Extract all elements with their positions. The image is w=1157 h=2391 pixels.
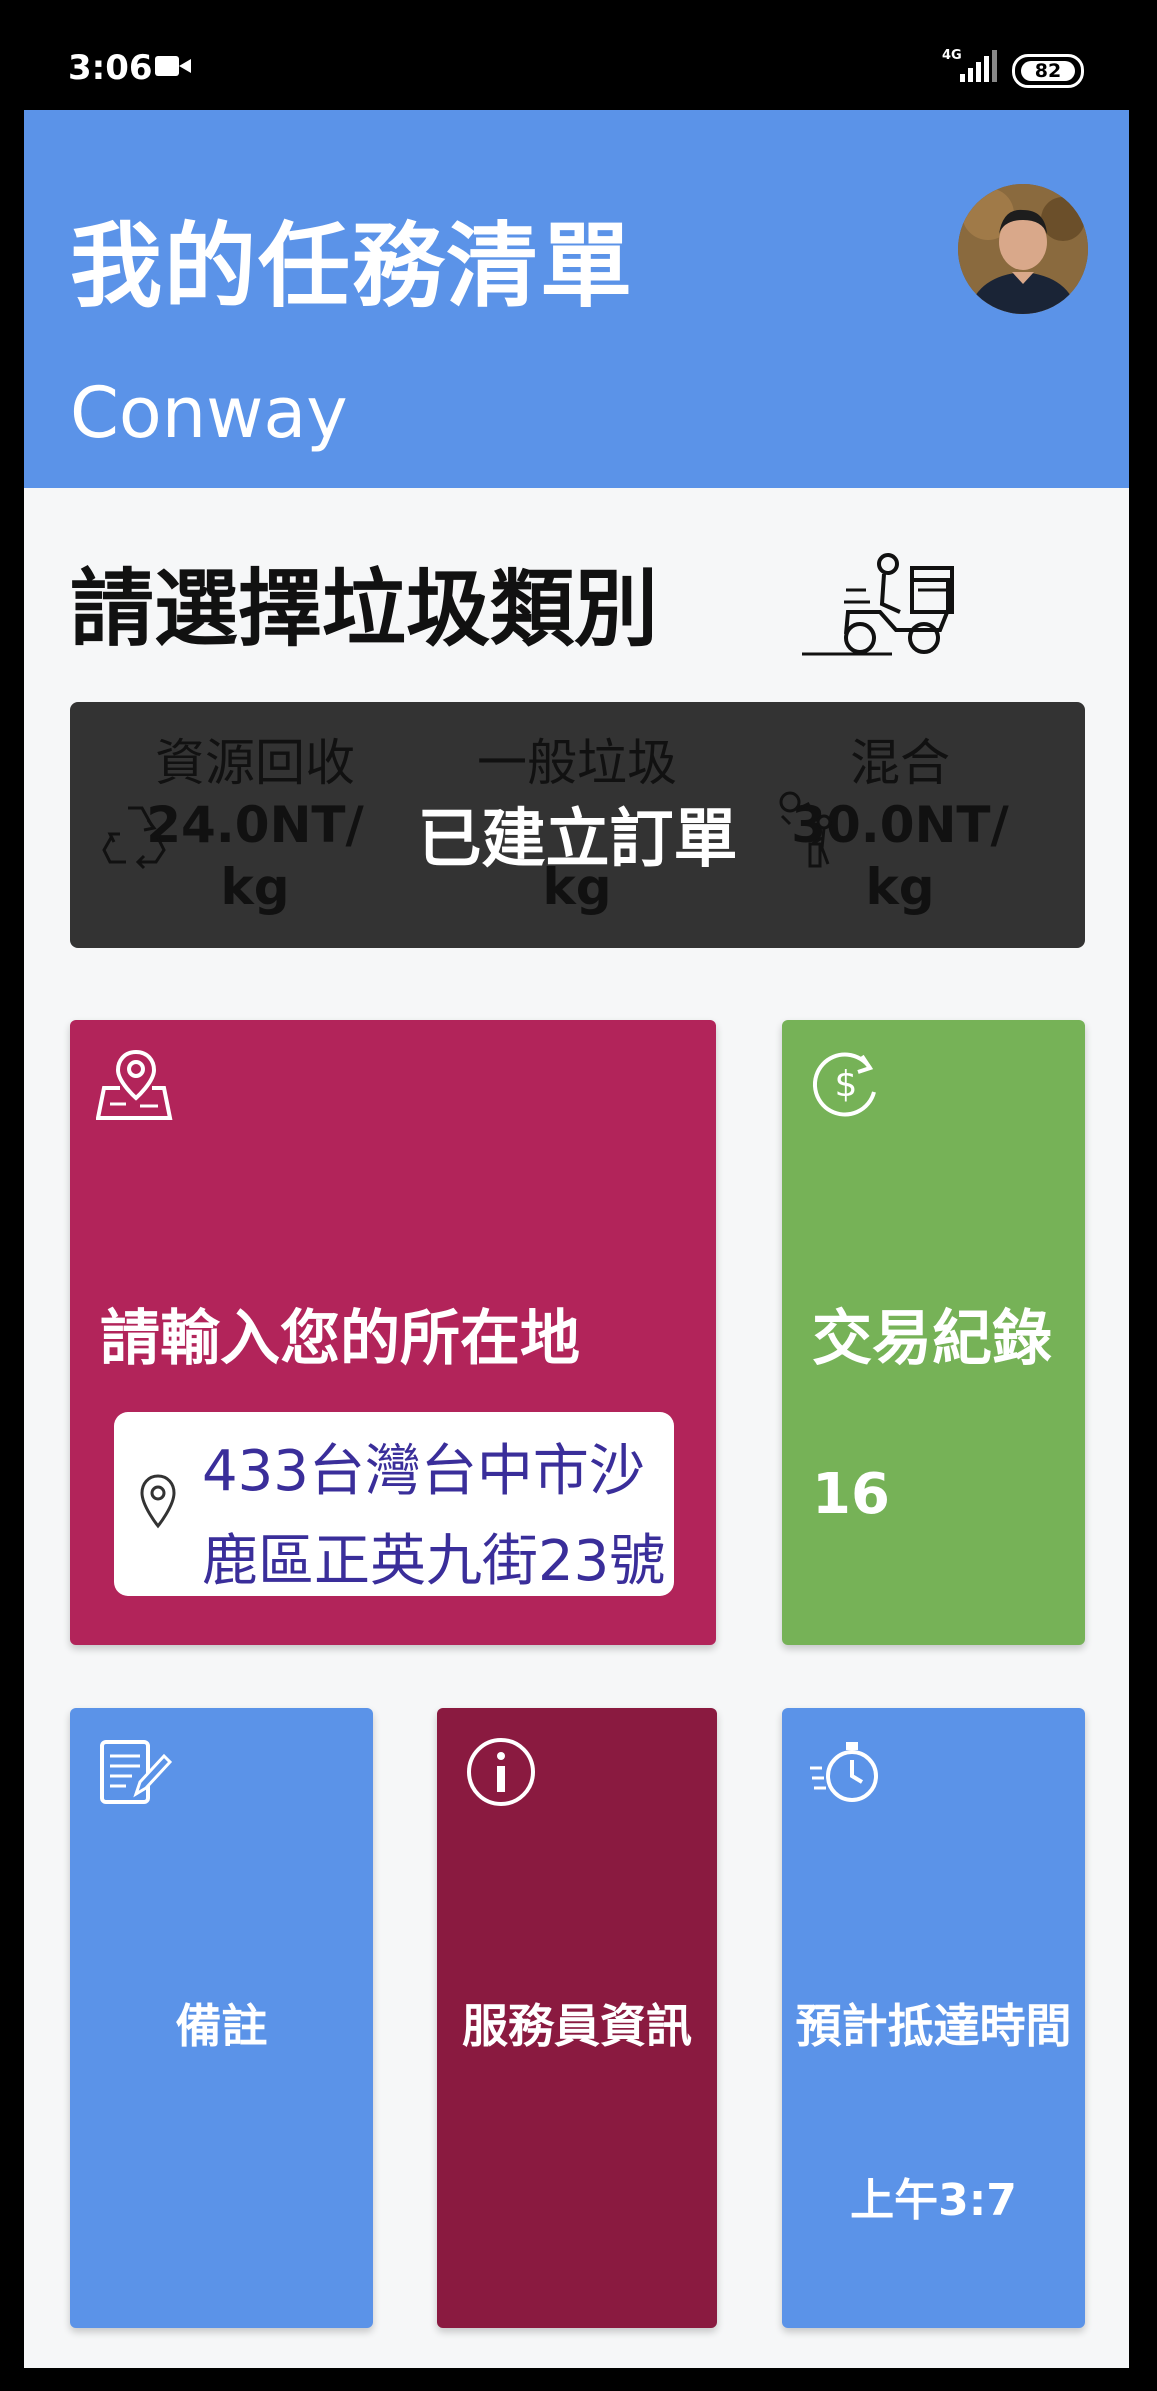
category-prompt: 請選擇垃圾類別 xyxy=(70,560,659,658)
svg-text:$: $ xyxy=(835,1064,858,1105)
address-line-1: 433台灣台中市沙 xyxy=(202,1439,645,1504)
app-header: 我的任務清單 Conway xyxy=(24,110,1129,488)
eta-time: 上午3:7 xyxy=(850,2175,1017,2226)
eta-label: 預計抵達時間 xyxy=(795,1999,1072,2053)
category-name: 資源回收 xyxy=(155,734,355,792)
stopwatch-icon xyxy=(810,1742,878,1802)
address-line-2: 鹿區正英九街23號 xyxy=(202,1529,666,1594)
app-screen: 我的任務清單 Conway 請選擇垃圾類別 資源回收 24.0NT/ kg 一般… xyxy=(24,110,1129,2368)
category-selector: 資源回收 24.0NT/ kg 一般垃圾 kg 混合 30.0NT/ kg 已建… xyxy=(70,702,1085,948)
order-created-toast: 已建立訂單 xyxy=(417,803,738,877)
status-time: 3:06 xyxy=(68,48,153,88)
note-card[interactable]: 備註 xyxy=(70,1708,373,2328)
status-bar: 3:06 4G 82 xyxy=(0,0,1157,110)
eta-card[interactable]: 預計抵達時間 上午3:7 xyxy=(782,1708,1085,2328)
location-label: 請輸入您的所在地 xyxy=(100,1304,580,1374)
avatar[interactable] xyxy=(958,184,1088,314)
note-label: 備註 xyxy=(175,1999,268,2053)
battery-level: 82 xyxy=(1034,60,1062,82)
money-refresh-icon: $ xyxy=(812,1052,876,1117)
location-pin-icon xyxy=(140,1474,176,1529)
transaction-label: 交易紀錄 xyxy=(812,1304,1052,1374)
transaction-history-card[interactable]: $ 交易紀錄 16 xyxy=(782,1020,1085,1645)
category-name: 一般垃圾 xyxy=(477,734,677,792)
page-title: 我的任務清單 xyxy=(70,213,635,320)
category-name: 混合 xyxy=(850,734,950,792)
location-card[interactable]: 請輸入您的所在地 433台灣台中市沙 鹿區正英九街23號 xyxy=(70,1020,716,1645)
map-pin-icon xyxy=(96,1049,173,1120)
battery-icon: 82 xyxy=(1012,54,1084,88)
staff-info-card[interactable]: 服務員資訊 xyxy=(437,1708,717,2328)
staff-label: 服務員資訊 xyxy=(462,1999,692,2053)
transaction-count: 16 xyxy=(812,1462,890,1527)
delivery-scooter-icon xyxy=(802,553,954,656)
signal-icon xyxy=(960,50,1000,82)
bottom-bezel xyxy=(0,2368,1157,2391)
network-type: 4G xyxy=(942,48,962,63)
info-icon xyxy=(467,1738,535,1806)
note-edit-icon xyxy=(100,1740,172,1804)
screen-record-icon xyxy=(155,56,191,76)
address-field[interactable]: 433台灣台中市沙 鹿區正英九街23號 xyxy=(114,1412,674,1596)
username: Conway xyxy=(70,372,348,454)
